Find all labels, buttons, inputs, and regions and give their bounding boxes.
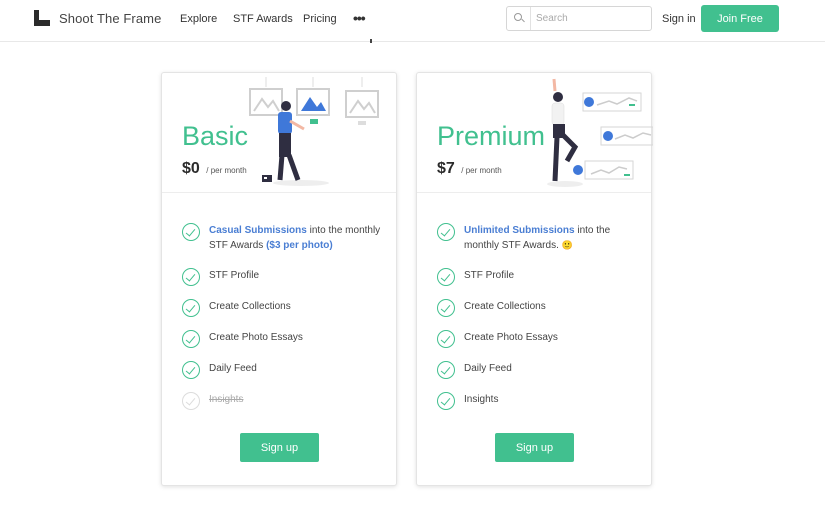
search-icon[interactable] (507, 7, 531, 30)
logo-text: Shoot The Frame (59, 10, 162, 26)
check-icon (182, 330, 200, 348)
nav-pricing[interactable]: Pricing (303, 13, 337, 25)
feature-item: Create Collections (182, 299, 382, 317)
basic-sign-up-button[interactable]: Sign up (240, 433, 319, 462)
plan-price: $7 / per month (437, 160, 502, 178)
check-icon (182, 299, 200, 317)
feature-item: Unlimited Submissions into the monthly S… (437, 223, 637, 253)
feature-highlight[interactable]: Unlimited Submissions (464, 225, 575, 236)
join-free-button[interactable]: Join Free (701, 5, 779, 32)
search-box (506, 6, 652, 31)
feature-text: Create Photo Essays (209, 332, 303, 343)
feature-price-note: ($3 per photo) (266, 240, 333, 251)
check-icon (182, 223, 200, 241)
feature-item: STF Profile (182, 268, 382, 286)
top-nav-bar: Shoot The Frame Explore STF Awards Prici… (0, 0, 825, 42)
plan-header: Premium $7 / per month (417, 73, 653, 193)
price-amount: $0 (182, 160, 200, 177)
feature-text: STF Profile (464, 270, 515, 281)
feature-item: Daily Feed (437, 361, 637, 379)
price-period: / per month (461, 166, 502, 175)
check-icon (437, 392, 455, 410)
feature-item: Daily Feed (182, 361, 382, 379)
plan-card-basic: Basic $0 / per month Casual Submissions … (161, 72, 397, 486)
plan-name: Premium (437, 121, 546, 151)
check-icon-disabled (182, 392, 200, 410)
plan-header: Basic $0 / per month (162, 73, 396, 193)
feature-item: STF Profile (437, 268, 637, 286)
feature-text: Create Collections (209, 301, 291, 312)
feature-item-disabled: Insights (182, 392, 382, 410)
more-menu-icon[interactable]: ••• (353, 11, 366, 25)
search-input[interactable] (531, 13, 649, 24)
photographer-illustration (249, 77, 379, 186)
smile-emoji-icon: 🙂 (561, 240, 573, 250)
sign-in-link[interactable]: Sign in (662, 13, 696, 25)
heading-fragment (370, 39, 372, 43)
plan-name: Basic (182, 121, 249, 151)
feature-text: Insights (464, 394, 499, 405)
check-icon (182, 268, 200, 286)
feature-text: Daily Feed (209, 363, 257, 374)
feature-item: Create Photo Essays (182, 330, 382, 348)
feature-item: Insights (437, 392, 637, 410)
check-icon (437, 268, 455, 286)
feature-text: Insights (209, 394, 244, 405)
feature-item: Create Collections (437, 299, 637, 317)
plan-card-premium: Premium $7 / per month Unlimited Submiss… (416, 72, 653, 486)
feature-text: Create Photo Essays (464, 332, 558, 343)
feature-text: Unlimited Submissions into the monthly S… (464, 223, 637, 253)
check-icon (437, 299, 455, 317)
logo-icon (34, 10, 50, 26)
check-icon (437, 223, 455, 241)
feature-text: Casual Submissions into the monthly STF … (209, 223, 382, 253)
price-period: / per month (206, 166, 247, 175)
check-icon (437, 330, 455, 348)
feature-item: Create Photo Essays (437, 330, 637, 348)
check-icon (182, 361, 200, 379)
premium-sign-up-button[interactable]: Sign up (495, 433, 574, 462)
logo[interactable]: Shoot The Frame (34, 10, 161, 26)
nav-explore[interactable]: Explore (180, 13, 217, 25)
nav-stf-awards[interactable]: STF Awards (233, 13, 293, 25)
check-icon (437, 361, 455, 379)
feature-highlight[interactable]: Casual Submissions (209, 225, 307, 236)
feature-text: Create Collections (464, 301, 546, 312)
feature-text: Daily Feed (464, 363, 512, 374)
price-amount: $7 (437, 160, 455, 177)
feature-item: Casual Submissions into the monthly STF … (182, 223, 382, 253)
plan-price: $0 / per month (182, 160, 247, 178)
dashboard-illustration (547, 78, 653, 187)
feature-text: STF Profile (209, 270, 260, 281)
